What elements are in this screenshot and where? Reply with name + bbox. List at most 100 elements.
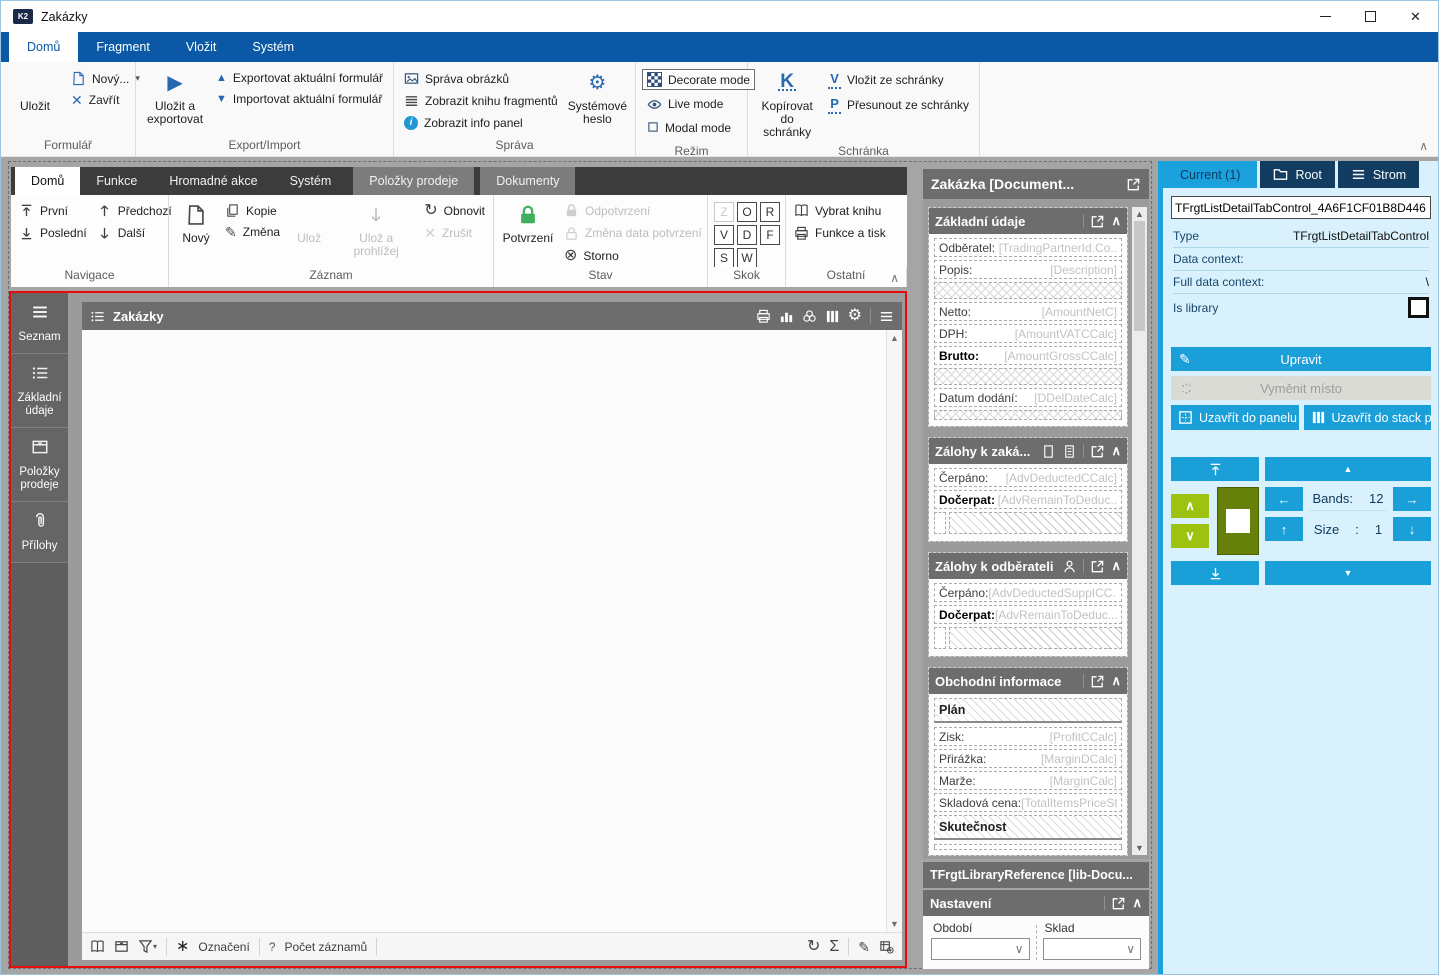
save-button[interactable]: Uložit: [7, 66, 63, 113]
decorate-mode-button[interactable]: Decorate mode: [642, 69, 756, 91]
field-cerpano[interactable]: Čerpáno: [AdvDeductedSuppICC..: [934, 583, 1122, 602]
paste-clipboard-button[interactable]: V Vložit ze schránky: [824, 69, 973, 91]
move-clipboard-button[interactable]: P Přesunout ze schránky: [824, 94, 973, 116]
new-record-button[interactable]: Nový: [173, 198, 219, 245]
copy-record-button[interactable]: Kopie: [221, 201, 284, 220]
unconfirm-button[interactable]: Odpotvrzení: [560, 201, 706, 220]
collapse-icon[interactable]: ∧: [1111, 213, 1121, 229]
section-header[interactable]: Základní údaje ∧: [929, 208, 1127, 234]
edit-button[interactable]: ✎ Upravit: [1171, 347, 1431, 371]
cancel-button[interactable]: ✕ Zrušit: [420, 224, 489, 242]
save-view-button[interactable]: Ulož a prohlížej: [334, 198, 418, 258]
fragments-book-button[interactable]: Zobrazit knihu fragmentů: [400, 91, 562, 110]
last-record-button[interactable]: Poslední: [15, 223, 91, 242]
next-record-button[interactable]: Další: [93, 223, 176, 242]
jump-key-o[interactable]: O: [737, 202, 757, 222]
question-icon[interactable]: ?: [269, 940, 276, 954]
section-header[interactable]: Obchodní informace ∧: [929, 668, 1127, 694]
close-form-button[interactable]: ✕ Zavřít: [67, 91, 144, 109]
jump-key-s[interactable]: S: [714, 248, 734, 268]
control-id-input[interactable]: [1171, 196, 1431, 219]
copy-clipboard-button[interactable]: K Kopírovat do schránky: [754, 66, 820, 139]
sklad-select[interactable]: ∨: [1042, 938, 1141, 960]
close-button[interactable]: ✕: [1393, 1, 1438, 32]
section-nastaveni-header[interactable]: Nastavení ∧: [923, 890, 1149, 916]
form-tab-system[interactable]: Systém: [274, 167, 348, 195]
form-tab-dokumenty[interactable]: Dokumenty: [480, 167, 576, 195]
minimize-button[interactable]: [1303, 1, 1348, 32]
functions-print-button[interactable]: Funkce a tisk: [790, 223, 890, 242]
nudge-up-button[interactable]: ▲: [1265, 457, 1431, 481]
save-record-button[interactable]: Ulož: [286, 198, 332, 245]
field-marze[interactable]: Marže: [MarginCalc]: [934, 771, 1122, 790]
columns-icon[interactable]: [825, 309, 840, 324]
swap-place-button[interactable]: Vyměnit místo: [1171, 376, 1431, 400]
box-icon[interactable]: [114, 939, 129, 954]
nudge-down-button[interactable]: ▼: [1265, 561, 1431, 585]
size-increase-button[interactable]: ↑: [1265, 517, 1303, 541]
change-confirm-date-button[interactable]: Změna data potvrzení: [560, 223, 706, 242]
tab-strom[interactable]: Strom: [1337, 161, 1420, 188]
sidebar-item-prilohy[interactable]: Přílohy: [11, 502, 68, 563]
ribbon-tab-domu[interactable]: Domů: [9, 32, 79, 62]
external-link-icon[interactable]: [1090, 559, 1105, 574]
bands-decrease-button[interactable]: ←: [1265, 487, 1303, 511]
band-up-button[interactable]: ∧: [1171, 494, 1209, 518]
record-count-label[interactable]: Počet záznamů: [284, 940, 367, 954]
field-datum-dodani[interactable]: Datum dodání: [DDelDateCalc]: [934, 388, 1122, 407]
sigma-icon[interactable]: Σ: [829, 938, 839, 955]
mark-label[interactable]: Označení: [198, 940, 249, 954]
band-down-button[interactable]: ∨: [1171, 524, 1209, 548]
hamburger-menu-icon[interactable]: [879, 309, 894, 324]
field-netto[interactable]: Netto: [AmountNetC]: [934, 302, 1122, 321]
jump-key-d[interactable]: D: [737, 225, 757, 245]
field-docerpat[interactable]: Dočerpat: [AdvRemainToDeduc...: [934, 605, 1122, 624]
sidebar-item-seznam[interactable]: Seznam: [11, 293, 68, 354]
change-record-button[interactable]: ✎ Změna: [221, 223, 284, 241]
ribbon-tab-fragment[interactable]: Fragment: [78, 32, 168, 62]
info-panel-button[interactable]: i Zobrazit info panel: [400, 114, 562, 132]
settings-gear-icon[interactable]: ⚙: [848, 308, 862, 324]
jump-key-z[interactable]: Z: [714, 202, 734, 222]
new-form-button[interactable]: Nový... ▾: [67, 69, 144, 88]
sidebar-item-polozky-prodeje[interactable]: Položky prodeje: [11, 428, 68, 502]
form-tab-polozky-prodeje[interactable]: Položky prodeje: [353, 167, 475, 195]
scroll-thumb[interactable]: [1134, 221, 1145, 331]
pencil-icon[interactable]: ✎: [858, 940, 870, 954]
person-document-icon[interactable]: [1062, 559, 1077, 574]
section-header[interactable]: Zálohy k zaká... ∧: [929, 438, 1127, 464]
size-decrease-button[interactable]: ↓: [1393, 517, 1431, 541]
live-mode-button[interactable]: Live mode: [642, 93, 755, 114]
jump-key-w[interactable]: W: [737, 248, 757, 268]
field-cerpano[interactable]: Čerpáno: [AdvDeductedCCalc]: [934, 468, 1122, 487]
external-link-icon[interactable]: [1126, 177, 1141, 192]
jump-key-r[interactable]: R: [760, 202, 780, 222]
form-ribbon-collapse-button[interactable]: ∧: [890, 271, 899, 285]
external-link-icon[interactable]: [1111, 896, 1126, 911]
dock-to-panel-button[interactable]: Uzavřít do panelu: [1171, 405, 1299, 430]
form-tab-hromadne-akce[interactable]: Hromadné akce: [153, 167, 273, 195]
jump-key-v[interactable]: V: [714, 225, 734, 245]
export-form-button[interactable]: ▲ Exportovat aktuální formulář: [212, 69, 387, 87]
chart-icon[interactable]: [779, 309, 794, 324]
dock-to-stack-button[interactable]: Uzavřít do stack p...: [1303, 405, 1431, 430]
scroll-down-icon[interactable]: ▼: [1135, 843, 1144, 853]
import-form-button[interactable]: ▼ Importovat aktuální formulář: [212, 90, 387, 108]
tab-current[interactable]: Current (1): [1163, 161, 1258, 188]
scroll-down-icon[interactable]: ▼: [890, 919, 899, 929]
grid-add-icon[interactable]: [879, 939, 894, 954]
tab-root[interactable]: Root: [1260, 161, 1335, 188]
jump-key-f[interactable]: F: [760, 225, 780, 245]
asterisk-icon[interactable]: ∗: [176, 938, 189, 955]
save-export-button[interactable]: ▶ Uložit a exportovat: [142, 66, 208, 126]
refresh-icon[interactable]: ↻: [807, 938, 820, 955]
ribbon-tab-system[interactable]: Systém: [234, 32, 312, 62]
collapse-icon[interactable]: ∧: [1111, 558, 1121, 574]
library-reference-header[interactable]: TFrgtLibraryReference [lib-Docu...: [923, 862, 1149, 888]
prev-record-button[interactable]: Předchozí: [93, 201, 176, 220]
confirm-button[interactable]: Potvrzení: [498, 198, 558, 245]
document-lines-icon[interactable]: [1062, 444, 1077, 459]
field-skladova-cena[interactable]: Skladová cena: [TotalItemsPriceSt..: [934, 793, 1122, 812]
collapse-icon[interactable]: ∧: [1111, 443, 1121, 459]
first-record-button[interactable]: První: [15, 201, 91, 220]
